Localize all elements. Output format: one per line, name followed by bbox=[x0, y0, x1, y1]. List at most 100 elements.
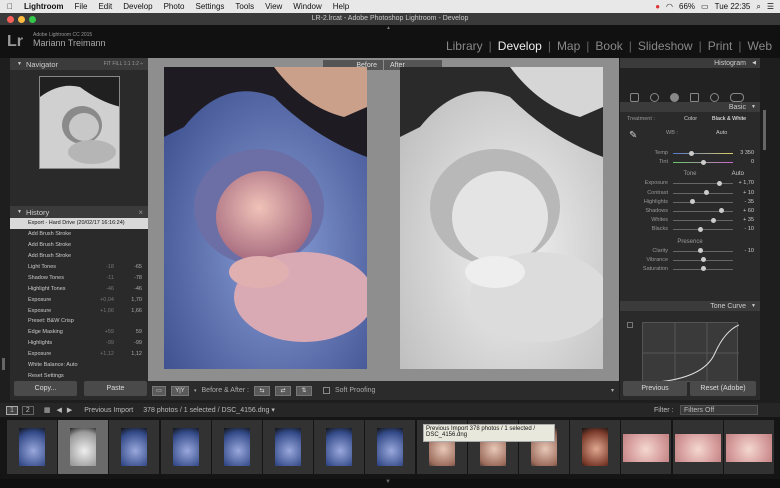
menu-window[interactable]: Window bbox=[293, 2, 321, 11]
menu-help[interactable]: Help bbox=[333, 2, 349, 11]
copy-button[interactable]: Copy... bbox=[14, 381, 77, 396]
module-print[interactable]: Print bbox=[708, 39, 733, 53]
notification-icon[interactable]: ● bbox=[655, 2, 660, 11]
minimize-window-button[interactable] bbox=[18, 16, 25, 23]
filmstrip-thumbnail[interactable] bbox=[7, 420, 57, 474]
target-adjustment-icon[interactable] bbox=[627, 322, 633, 328]
secondary-window-button[interactable]: 2 bbox=[21, 405, 34, 415]
history-item[interactable]: Light Tones -18 -65 bbox=[10, 262, 148, 273]
history-item[interactable]: Edge Masking +59 59 bbox=[10, 327, 148, 338]
menu-photo[interactable]: Photo bbox=[164, 2, 185, 11]
clear-history-icon[interactable]: × bbox=[138, 208, 143, 217]
graduated-filter-icon[interactable] bbox=[690, 93, 699, 102]
grid-view-icon[interactable]: ▦ bbox=[44, 406, 51, 414]
slider-handle[interactable] bbox=[718, 208, 724, 214]
slider-track[interactable] bbox=[673, 220, 733, 222]
wifi-icon[interactable]: ◠ bbox=[666, 2, 673, 11]
red-eye-icon[interactable] bbox=[670, 93, 679, 102]
histogram-header[interactable]: Histogram ◀ bbox=[620, 58, 760, 68]
slider-handle[interactable] bbox=[700, 266, 706, 272]
menu-view[interactable]: View bbox=[265, 2, 282, 11]
basic-header[interactable]: Basic ▼ bbox=[620, 102, 760, 112]
reset-button[interactable]: Reset (Adobe) bbox=[690, 381, 756, 396]
bottom-panel-toggle[interactable]: ▼ bbox=[0, 479, 780, 488]
apple-menu-icon[interactable]:  bbox=[7, 2, 13, 11]
histogram[interactable] bbox=[620, 68, 760, 102]
left-panel-scrollbar[interactable] bbox=[2, 358, 5, 370]
menu-tools[interactable]: Tools bbox=[235, 2, 254, 11]
history-item[interactable]: Add Brush Stroke bbox=[10, 229, 148, 240]
module-develop[interactable]: Develop bbox=[498, 39, 542, 53]
slider-handle[interactable] bbox=[688, 150, 694, 156]
filmstrip-thumbnail[interactable] bbox=[723, 420, 774, 474]
zoom-window-button[interactable] bbox=[29, 16, 36, 23]
history-item[interactable]: Preset: B&W Crisp bbox=[10, 316, 148, 327]
battery-icon[interactable]: ▭ bbox=[701, 2, 709, 11]
wb-value[interactable]: Auto bbox=[716, 130, 727, 136]
slider-value[interactable]: + 1,70 bbox=[739, 180, 754, 186]
slider-track[interactable] bbox=[673, 229, 733, 231]
history-item[interactable]: Reset Settings bbox=[10, 370, 148, 381]
treatment-color[interactable]: Color bbox=[684, 116, 697, 122]
module-book[interactable]: Book bbox=[595, 39, 622, 53]
navigator-preview[interactable] bbox=[38, 76, 120, 169]
radial-filter-icon[interactable] bbox=[710, 93, 719, 102]
slider-handle[interactable] bbox=[700, 257, 706, 263]
filmstrip-thumbnail[interactable] bbox=[160, 420, 211, 474]
slider-value[interactable]: 0 bbox=[751, 159, 754, 165]
menu-develop[interactable]: Develop bbox=[123, 2, 152, 11]
close-window-button[interactable] bbox=[7, 16, 14, 23]
slider-value[interactable]: 3 350 bbox=[740, 150, 754, 156]
source-label[interactable]: Previous Import bbox=[84, 407, 133, 414]
module-library[interactable]: Library bbox=[446, 39, 483, 53]
notification-center-icon[interactable]: ☰ bbox=[767, 2, 774, 11]
file-name-dropdown[interactable]: DSC_4156.dng ▾ bbox=[222, 406, 275, 414]
loupe-view-button[interactable]: ▭ bbox=[152, 385, 166, 396]
slider-track[interactable] bbox=[673, 210, 733, 212]
module-slideshow[interactable]: Slideshow bbox=[638, 39, 693, 53]
filmstrip-thumbnail[interactable] bbox=[621, 420, 672, 474]
slider-value[interactable]: + 60 bbox=[743, 208, 754, 214]
history-item[interactable]: Highlight Tones -46 -46 bbox=[10, 283, 148, 294]
treatment-bw[interactable]: Black & White bbox=[712, 116, 746, 122]
menu-edit[interactable]: Edit bbox=[98, 2, 112, 11]
primary-window-button[interactable]: 1 bbox=[6, 405, 18, 415]
adjustment-brush-icon[interactable] bbox=[730, 93, 744, 102]
soft-proofing-checkbox[interactable] bbox=[322, 387, 330, 394]
slider-value[interactable]: - 10 bbox=[745, 226, 754, 232]
crop-tool-icon[interactable] bbox=[630, 93, 639, 102]
paste-button[interactable]: Paste bbox=[84, 381, 147, 396]
history-item[interactable]: Exposure +0,04 1,70 bbox=[10, 294, 148, 305]
copy-before-to-after-button[interactable]: ⇆ bbox=[253, 385, 270, 396]
module-map[interactable]: Map bbox=[557, 39, 580, 53]
copy-after-to-before-button[interactable]: ⇄ bbox=[274, 385, 291, 396]
history-item[interactable]: Exposure +1,66 1,66 bbox=[10, 305, 148, 316]
before-after-view-button[interactable]: Y|Y bbox=[171, 385, 189, 396]
module-web[interactable]: Web bbox=[748, 39, 772, 53]
history-item[interactable]: Add Brush Stroke bbox=[10, 251, 148, 262]
slider-handle[interactable] bbox=[700, 159, 706, 165]
eyedropper-icon[interactable]: ✎ bbox=[629, 130, 637, 141]
filmstrip-thumbnail[interactable] bbox=[211, 420, 262, 474]
filter-dropdown[interactable]: Filters Off bbox=[680, 405, 758, 415]
menu-app[interactable]: Lightroom bbox=[24, 2, 64, 11]
filmstrip-thumbnail[interactable] bbox=[365, 420, 416, 474]
slider-track[interactable] bbox=[673, 153, 733, 154]
filmstrip-thumbnail[interactable] bbox=[314, 420, 365, 474]
slider-value[interactable]: - 10 bbox=[745, 248, 754, 254]
toolbar-options-chevron-icon[interactable]: ▾ bbox=[611, 387, 614, 394]
after-photo[interactable] bbox=[400, 67, 603, 369]
menu-settings[interactable]: Settings bbox=[196, 2, 225, 11]
spot-removal-icon[interactable] bbox=[650, 93, 659, 102]
slider-handle[interactable] bbox=[703, 190, 709, 196]
slider-value[interactable]: + 35 bbox=[743, 217, 754, 223]
slider-handle[interactable] bbox=[711, 217, 717, 223]
swap-before-after-button[interactable]: ⇅ bbox=[295, 385, 312, 396]
filmstrip-thumbnail[interactable] bbox=[570, 420, 621, 474]
expand-triangle-icon[interactable]: ▼ bbox=[385, 479, 391, 485]
spotlight-search-icon[interactable]: ⌕ bbox=[756, 2, 760, 12]
top-panel-toggle-icon[interactable]: ▲ bbox=[386, 25, 391, 31]
forward-arrow-icon[interactable]: ▶ bbox=[67, 406, 72, 414]
slider-track[interactable] bbox=[673, 192, 733, 194]
back-arrow-icon[interactable]: ◀ bbox=[56, 406, 61, 414]
